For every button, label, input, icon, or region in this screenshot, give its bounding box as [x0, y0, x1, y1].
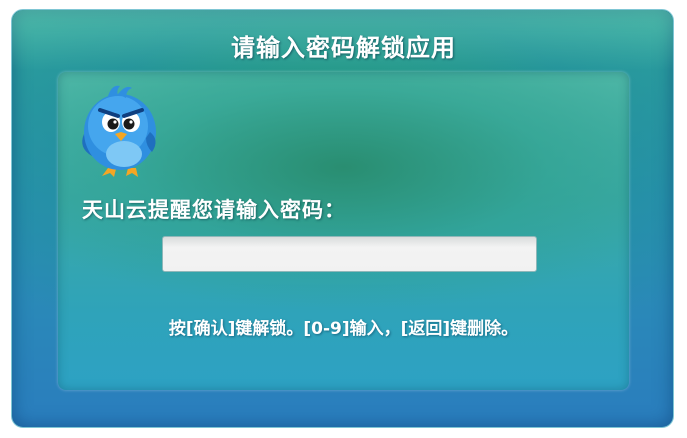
blue-bird-mascot-icon [82, 85, 156, 177]
password-prompt: 天山云提醒您请输入密码： [82, 198, 346, 222]
dialog-title: 请输入密码解锁应用 [231, 34, 456, 62]
key-hint: 按[确认]键解锁。[0-9]输入，[返回]键删除。 [168, 319, 519, 339]
password-input[interactable] [162, 236, 537, 272]
